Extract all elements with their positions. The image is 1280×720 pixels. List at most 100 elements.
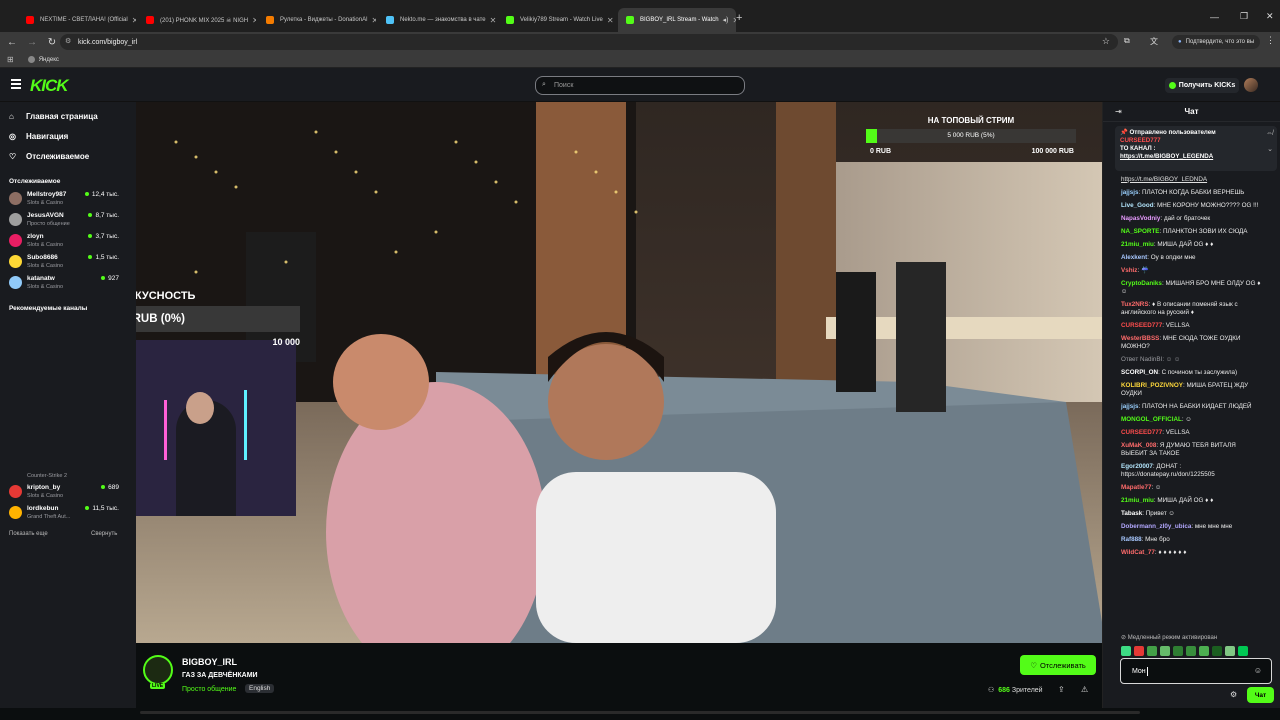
- back-arrow-icon[interactable]: ←: [4, 34, 20, 50]
- site-info-icon[interactable]: ⚙: [65, 37, 71, 45]
- user-avatar[interactable]: [1244, 78, 1258, 92]
- chat-username[interactable]: MONGOL_OFFICIAL: [1121, 416, 1182, 423]
- browser-tab[interactable]: Рулетка - Виджеты - DonationAl ✕: [258, 8, 376, 32]
- chat-username[interactable]: WesterBBSS: [1121, 335, 1159, 342]
- show-more-button[interactable]: Показать еще: [9, 531, 48, 537]
- chat-username[interactable]: 21miu_miu: [1121, 497, 1154, 504]
- chat-username[interactable]: CURSEED777: [1121, 429, 1162, 436]
- browser-tab[interactable]: Velikiy789 Stream - Watch Live ✕: [498, 8, 616, 32]
- browser-menu-icon[interactable]: ⋮: [1266, 35, 1275, 46]
- recommended-channel[interactable]: kripton_by Slots & Casino 689: [0, 481, 136, 502]
- close-tab-icon[interactable]: ✕: [603, 16, 614, 25]
- stream-info-bar: LIVE BIGBOY_IRL ГАЗ ЗА ДЕВЧЁНКАМИ Просто…: [136, 643, 1102, 708]
- followed-channel[interactable]: Subo8686 Slots & Casino 1,5 тыс.: [0, 251, 136, 272]
- emote-icon[interactable]: [1160, 646, 1170, 656]
- chat-username[interactable]: Mapatle77: [1121, 484, 1151, 491]
- maximize-window-button[interactable]: ❐: [1240, 11, 1248, 22]
- search-input[interactable]: ⌕ Поиск: [535, 76, 745, 95]
- profile-confirm-button[interactable]: ● Подтвердите, что это вы: [1172, 35, 1261, 49]
- channel-avatar[interactable]: LIVE: [143, 655, 173, 689]
- chat-username[interactable]: CryptoDaniks: [1121, 280, 1162, 287]
- recommended-channel[interactable]: lordkebun Grand Theft Aut... 11,5 тыс.: [0, 502, 136, 523]
- minimize-window-button[interactable]: —: [1210, 12, 1219, 22]
- bookmark-yandex[interactable]: Яндекс: [27, 56, 59, 63]
- chat-username[interactable]: WildCat_77: [1121, 549, 1155, 556]
- follow-button[interactable]: ♡ Отслеживать: [1020, 655, 1096, 675]
- chat-settings-icon[interactable]: ⚙: [1230, 690, 1237, 699]
- chat-username[interactable]: jajjsjs: [1121, 189, 1139, 196]
- chat-username[interactable]: Tabask: [1121, 510, 1142, 517]
- close-tab-icon[interactable]: ✕: [128, 16, 136, 25]
- sidebar-item-following[interactable]: ♡ Отслеживаемое: [0, 146, 136, 166]
- chat-username[interactable]: SCORPI_ON: [1121, 369, 1158, 376]
- emote-icon[interactable]: [1134, 646, 1144, 656]
- browser-tab[interactable]: (201) PHONK MIX 2025 ☠ NIGH ✕: [138, 8, 256, 32]
- emoji-picker-icon[interactable]: ☺: [1254, 666, 1262, 675]
- emote-icon[interactable]: [1121, 646, 1131, 656]
- report-icon[interactable]: ⚠: [1081, 685, 1088, 694]
- emote-icon[interactable]: [1199, 646, 1209, 656]
- emote-icon[interactable]: [1173, 646, 1183, 656]
- new-tab-button[interactable]: +: [736, 12, 742, 24]
- apps-grid-icon[interactable]: ⊞: [7, 55, 14, 64]
- chat-username[interactable]: CURSEED777: [1121, 322, 1162, 329]
- extensions-icon[interactable]: ⧉: [1124, 36, 1130, 46]
- translate-icon[interactable]: 文: [1150, 36, 1158, 47]
- close-window-button[interactable]: ✕: [1266, 11, 1274, 22]
- reload-icon[interactable]: ↻: [44, 34, 60, 50]
- get-kicks-button[interactable]: Получить KICKs: [1165, 78, 1239, 93]
- chat-username[interactable]: Tux2NRS: [1121, 301, 1149, 308]
- browser-tab-active[interactable]: BIGBOY_IRL Stream - Watch ◂) ✕: [618, 8, 736, 32]
- browser-tab[interactable]: Nekto.me — знакомства в чате ✕: [378, 8, 496, 32]
- stream-tag[interactable]: English: [245, 684, 275, 693]
- sidebar-item-home[interactable]: ⌂ Главная страница: [0, 106, 136, 126]
- chat-username[interactable]: NapasVodniy: [1121, 215, 1160, 222]
- sidebar-item-label: Отслеживаемое: [26, 151, 90, 161]
- chat-username[interactable]: Vshiz: [1121, 267, 1137, 274]
- followed-channel[interactable]: zloyn Slots & Casino 3,7 тыс.: [0, 230, 136, 251]
- hamburger-menu-icon[interactable]: [11, 79, 21, 89]
- emote-icon[interactable]: [1238, 646, 1248, 656]
- chat-username[interactable]: Alexkent: [1121, 254, 1147, 261]
- chat-username[interactable]: jajjsjs: [1121, 403, 1139, 410]
- search-placeholder: Поиск: [554, 82, 574, 89]
- emote-icon[interactable]: [1225, 646, 1235, 656]
- followed-channel[interactable]: Mellstroy987 Slots & Casino 12,4 тыс.: [0, 188, 136, 209]
- close-tab-icon[interactable]: ✕: [367, 16, 376, 25]
- chat-username[interactable]: Egor20007: [1121, 463, 1153, 470]
- pinned-message[interactable]: 📌 Отправлено пользователем CURSEED777 ТО…: [1115, 126, 1277, 171]
- chat-input[interactable]: Мон ☺: [1120, 658, 1272, 684]
- chat-username[interactable]: 21miu_miu: [1121, 241, 1154, 248]
- emote-icon[interactable]: [1186, 646, 1196, 656]
- expand-pinned-icon[interactable]: ⌄: [1267, 146, 1273, 154]
- pinned-link[interactable]: https://t.me/BIGBOY_LEGENDA: [1120, 153, 1272, 161]
- chat-username[interactable]: Raf888: [1121, 536, 1142, 543]
- collapse-button[interactable]: Свернуть: [91, 531, 117, 537]
- send-chat-button[interactable]: Чат: [1247, 687, 1274, 703]
- forward-arrow-icon[interactable]: →: [24, 34, 40, 50]
- stream-category[interactable]: Просто общение: [182, 686, 236, 693]
- chat-username[interactable]: KOLIBRI_POZIVNOY: [1121, 382, 1183, 389]
- followed-channel[interactable]: katanatw Slots & Casino 927: [0, 272, 136, 293]
- emote-icon[interactable]: [1212, 646, 1222, 656]
- chat-username[interactable]: Live_Good: [1121, 202, 1154, 209]
- close-tab-icon[interactable]: ✕: [728, 16, 736, 25]
- close-tab-icon[interactable]: ✕: [486, 16, 496, 25]
- channel-name[interactable]: BIGBOY_IRL: [182, 657, 237, 667]
- chat-username[interactable]: NA_SPORTE: [1121, 228, 1160, 235]
- emote-icon[interactable]: [1147, 646, 1157, 656]
- followed-channel[interactable]: JesusAVGN Просто общение 8,7 тыс.: [0, 209, 136, 230]
- browser-tab[interactable]: NEXTIME - СВЕТЛАНА! (Official ✕: [18, 8, 136, 32]
- address-bar[interactable]: ⚙ kick.com/bigboy_irl ☆: [60, 34, 1118, 50]
- chat-username[interactable]: Dobermann_zl0y_ubica: [1121, 523, 1191, 530]
- chat-username[interactable]: XuMaK_008: [1121, 442, 1156, 449]
- bookmark-star-icon[interactable]: ☆: [1102, 36, 1110, 47]
- horizontal-scrollbar[interactable]: [140, 711, 1140, 714]
- kick-logo[interactable]: KICK: [30, 76, 69, 96]
- channel-name: lordkebun: [27, 505, 59, 512]
- unpin-icon[interactable]: ⇎: [1266, 130, 1273, 138]
- close-tab-icon[interactable]: ✕: [248, 16, 256, 25]
- video-player[interactable]: НА ТОПОВЫЙ СТРИМ 5 000 RUB (5%) 0 RUB 10…: [136, 102, 1102, 643]
- share-icon[interactable]: ⇪: [1058, 685, 1065, 694]
- sidebar-item-browse[interactable]: ◎ Навигация: [0, 126, 136, 146]
